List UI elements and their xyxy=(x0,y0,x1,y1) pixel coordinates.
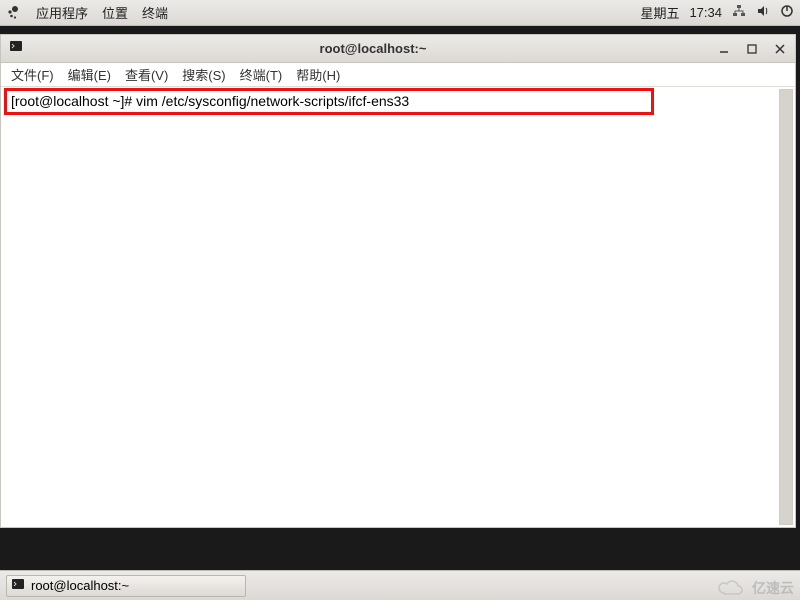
taskbar-entry-label: root@localhost:~ xyxy=(31,578,129,593)
cloud-icon xyxy=(716,579,748,597)
menu-apps[interactable]: 应用程序 xyxy=(36,3,88,22)
close-button[interactable] xyxy=(773,42,787,56)
menu-places[interactable]: 位置 xyxy=(102,3,128,22)
menu-view[interactable]: 查看(V) xyxy=(125,65,168,84)
command-highlight: [root@localhost ~]# vim /etc/sysconfig/n… xyxy=(4,88,654,115)
menu-help[interactable]: 帮助(H) xyxy=(296,65,340,84)
window-buttons xyxy=(717,42,787,56)
watermark: 亿速云 xyxy=(716,578,794,598)
shell-prompt: [root@localhost ~]# xyxy=(11,93,136,109)
bottom-panel: root@localhost:~ 亿速云 xyxy=(0,570,800,600)
terminal-body[interactable]: [root@localhost ~]# vim /etc/sysconfig/n… xyxy=(1,87,795,527)
volume-icon[interactable] xyxy=(756,4,770,21)
scrollbar-thumb[interactable] xyxy=(780,90,792,524)
terminal-scrollbar[interactable] xyxy=(779,89,793,525)
gnome-foot-icon xyxy=(6,5,22,21)
maximize-button[interactable] xyxy=(745,42,759,56)
terminal-menubar: 文件(F) 编辑(E) 查看(V) 搜索(S) 终端(T) 帮助(H) xyxy=(1,63,795,87)
terminal-icon xyxy=(11,577,25,594)
network-icon[interactable] xyxy=(732,4,746,21)
menu-search[interactable]: 搜索(S) xyxy=(182,65,225,84)
menu-terminal[interactable]: 终端 xyxy=(142,3,168,22)
top-panel: 应用程序 位置 终端 星期五 17:34 xyxy=(0,0,800,26)
shell-command: vim /etc/sysconfig/network-scripts/ifcf-… xyxy=(136,93,409,109)
watermark-text: 亿速云 xyxy=(752,578,794,598)
window-title: root@localhost:~ xyxy=(29,41,717,56)
power-icon[interactable] xyxy=(780,4,794,21)
menu-file[interactable]: 文件(F) xyxy=(11,65,54,84)
clock-time[interactable]: 17:34 xyxy=(689,5,722,20)
clock-day[interactable]: 星期五 xyxy=(640,3,679,22)
terminal-icon xyxy=(9,39,23,58)
taskbar-entry[interactable]: root@localhost:~ xyxy=(6,575,246,597)
desktop: root@localhost:~ 文件(F) 编辑(E) 查看(V) 搜索(S)… xyxy=(0,26,800,570)
minimize-button[interactable] xyxy=(717,42,731,56)
menu-edit[interactable]: 编辑(E) xyxy=(68,65,111,84)
menu-terminal-item[interactable]: 终端(T) xyxy=(240,65,283,84)
window-titlebar[interactable]: root@localhost:~ xyxy=(1,35,795,63)
terminal-window: root@localhost:~ 文件(F) 编辑(E) 查看(V) 搜索(S)… xyxy=(0,34,796,528)
